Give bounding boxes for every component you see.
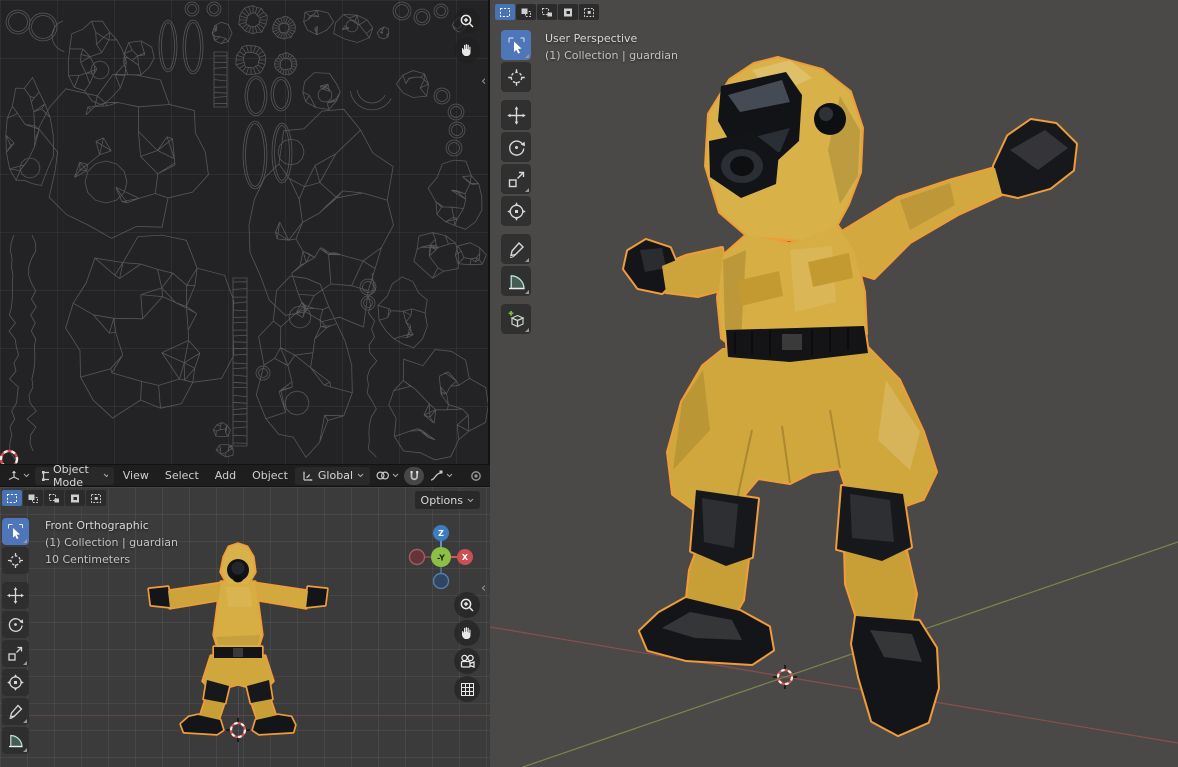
3d-cursor-front bbox=[225, 717, 251, 743]
chevron-down-icon bbox=[392, 473, 399, 478]
tool-rotate[interactable] bbox=[501, 132, 531, 162]
hazmat-character-large[interactable] bbox=[490, 0, 1178, 767]
transform-orientation-dropdown[interactable]: Global bbox=[295, 467, 370, 485]
hand-icon bbox=[459, 625, 475, 641]
select-mode-intersect[interactable] bbox=[86, 490, 106, 506]
object-mode-icon bbox=[41, 470, 49, 482]
uv-zoom-button[interactable] bbox=[454, 8, 480, 34]
mode-dropdown[interactable]: Object Mode bbox=[35, 467, 114, 485]
viewport-info-front: Front Orthographic (1) Collection | guar… bbox=[45, 517, 178, 568]
tool-cursor[interactable] bbox=[2, 547, 29, 574]
chevron-down-icon bbox=[357, 473, 364, 478]
tool-transform[interactable] bbox=[2, 669, 29, 696]
character-body bbox=[149, 544, 327, 734]
menu-object[interactable]: Object bbox=[245, 467, 295, 484]
viewport-header-menubar: Object Mode View Select Add Object Globa… bbox=[0, 465, 490, 487]
tool-measure[interactable] bbox=[2, 727, 29, 754]
tool-select-box[interactable] bbox=[2, 518, 29, 545]
menu-add[interactable]: Add bbox=[208, 467, 243, 484]
navigation-gizmo[interactable]: Z X -Y bbox=[407, 523, 475, 591]
editor-type-selector[interactable] bbox=[4, 467, 33, 485]
proportional-falloff-icon bbox=[429, 469, 444, 482]
front-region-collapse-arrow[interactable]: ‹ bbox=[481, 583, 486, 595]
tool-annotate[interactable] bbox=[2, 698, 29, 725]
front-pan-button[interactable] bbox=[454, 620, 480, 646]
uv-2d-cursor bbox=[0, 446, 22, 465]
tool-move[interactable] bbox=[2, 582, 29, 609]
chevron-down-icon bbox=[467, 498, 474, 503]
snap-magnet-icon bbox=[407, 469, 421, 483]
gizmo-minus-x-axis[interactable] bbox=[410, 550, 425, 565]
tool-rotate[interactable] bbox=[2, 611, 29, 638]
menu-select[interactable]: Select bbox=[158, 467, 206, 484]
breadcrumb: (1) Collection | guardian bbox=[45, 534, 178, 551]
tool-transform[interactable] bbox=[501, 196, 531, 226]
grid-icon bbox=[460, 682, 475, 697]
select-mode-row-front bbox=[2, 490, 106, 506]
zoom-icon bbox=[459, 597, 475, 613]
select-mode-subtract[interactable] bbox=[44, 490, 64, 506]
mode-label: Object Mode bbox=[53, 463, 99, 489]
tool-add-cube[interactable] bbox=[501, 304, 531, 334]
front-viewport[interactable]: Options Front Orthographic (1) Collectio… bbox=[0, 487, 490, 767]
select-mode-new[interactable] bbox=[2, 490, 22, 506]
uv-region-collapse-arrow[interactable]: ‹ bbox=[481, 76, 486, 88]
gizmo-x-label: X bbox=[462, 553, 469, 562]
transform-orientation-icon bbox=[301, 469, 314, 482]
pivot-point-dropdown[interactable] bbox=[372, 467, 402, 485]
select-mode-intersect[interactable] bbox=[579, 4, 599, 20]
zoom-icon bbox=[459, 13, 475, 29]
character-body bbox=[624, 58, 1076, 735]
menu-view[interactable]: View bbox=[116, 467, 156, 484]
proportional-edit-toggle[interactable] bbox=[466, 467, 486, 485]
scale-label: 10 Centimeters bbox=[45, 551, 178, 568]
gizmo-front-label: -Y bbox=[437, 554, 445, 563]
tool-measure[interactable] bbox=[501, 266, 531, 296]
select-mode-subtract[interactable] bbox=[537, 4, 557, 20]
uv-editor-panel[interactable]: ‹ bbox=[0, 0, 490, 465]
select-mode-invert[interactable] bbox=[558, 4, 578, 20]
orientation-label: Global bbox=[318, 469, 353, 482]
3d-viewport-editor-icon bbox=[7, 469, 21, 482]
proportional-edit-icon bbox=[469, 469, 483, 483]
snap-toggle[interactable] bbox=[404, 467, 424, 485]
breadcrumb: (1) Collection | guardian bbox=[545, 47, 678, 64]
select-mode-new[interactable] bbox=[495, 4, 515, 20]
viewport-info-user: User Perspective (1) Collection | guardi… bbox=[545, 30, 678, 64]
front-ortho-grid-button[interactable] bbox=[454, 676, 480, 702]
pivot-point-icon bbox=[375, 469, 390, 482]
select-mode-extend[interactable] bbox=[23, 490, 43, 506]
3d-cursor-user bbox=[772, 664, 798, 690]
chevron-down-icon bbox=[103, 473, 108, 478]
user-perspective-viewport[interactable]: User Perspective (1) Collection | guardi… bbox=[490, 0, 1178, 767]
hand-icon bbox=[459, 42, 475, 58]
uv-wireframe bbox=[0, 0, 490, 465]
view-label: User Perspective bbox=[545, 30, 678, 47]
tool-move[interactable] bbox=[501, 100, 531, 130]
select-mode-extend[interactable] bbox=[516, 4, 536, 20]
tool-select-box[interactable] bbox=[501, 30, 531, 60]
toolbar-front bbox=[2, 518, 29, 756]
tool-scale[interactable] bbox=[501, 164, 531, 194]
tool-cursor[interactable] bbox=[501, 62, 531, 92]
front-zoom-button[interactable] bbox=[454, 592, 480, 618]
options-dropdown[interactable]: Options bbox=[415, 491, 480, 509]
gizmo-minus-z-axis[interactable] bbox=[434, 574, 449, 589]
uv-pan-button[interactable] bbox=[454, 37, 480, 63]
toolbar-user bbox=[501, 30, 531, 336]
tool-scale[interactable] bbox=[2, 640, 29, 667]
chevron-down-icon bbox=[446, 473, 453, 478]
tool-annotate[interactable] bbox=[501, 234, 531, 264]
proportional-falloff-dropdown[interactable] bbox=[426, 467, 456, 485]
view-label: Front Orthographic bbox=[45, 517, 178, 534]
select-mode-row-user bbox=[495, 4, 599, 20]
blender-window: { "menubar": { "editor_type_icon": "3d-v… bbox=[0, 0, 1178, 767]
select-mode-invert[interactable] bbox=[65, 490, 85, 506]
front-camera-view-button[interactable] bbox=[454, 648, 480, 674]
chevron-down-icon bbox=[23, 473, 30, 478]
gizmo-z-label: Z bbox=[438, 529, 444, 538]
camera-icon bbox=[459, 654, 476, 669]
